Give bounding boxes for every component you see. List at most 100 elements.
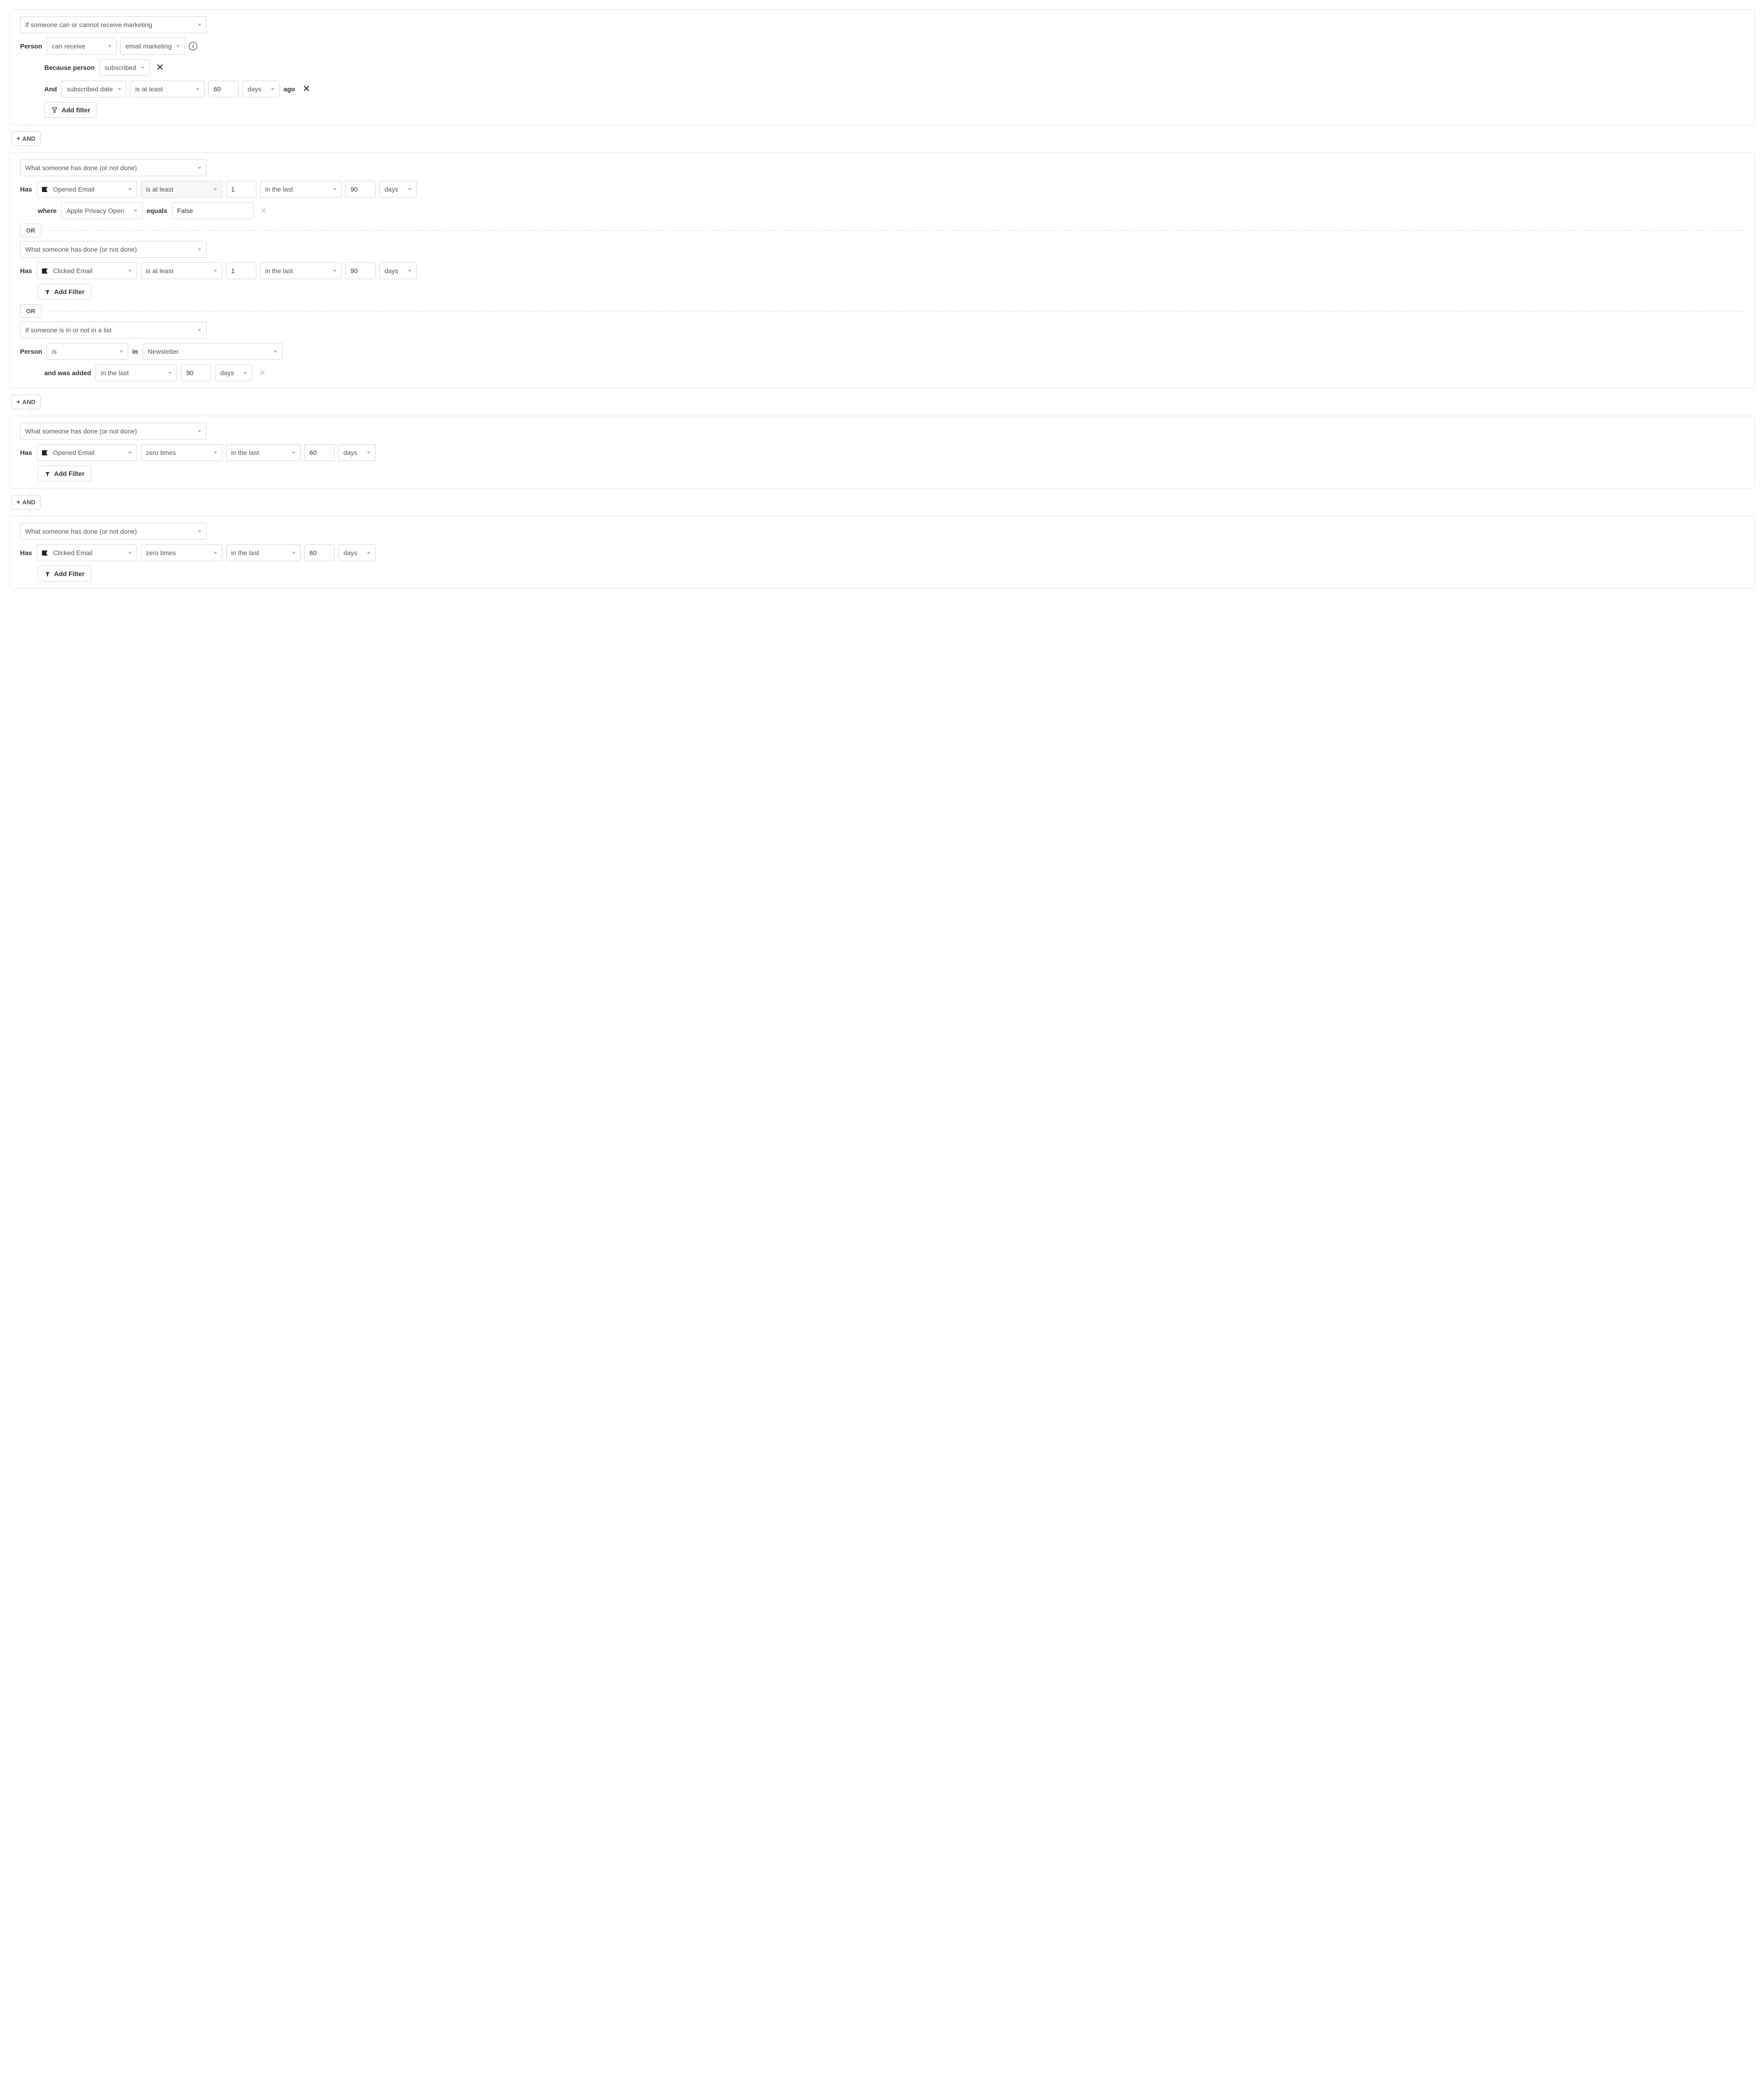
unit-select[interactable]: days bbox=[242, 81, 280, 97]
filter-icon bbox=[51, 107, 58, 113]
count-input[interactable]: 1 bbox=[226, 181, 256, 198]
condition-type-text: What someone has done (or not done) bbox=[25, 528, 193, 535]
range-num-input[interactable]: 60 bbox=[304, 544, 335, 561]
condition-type-select[interactable]: What someone has done (or not done) bbox=[20, 423, 207, 440]
chevron-down-icon bbox=[214, 552, 217, 554]
add-filter-button[interactable]: Add Filter bbox=[38, 566, 91, 582]
and-separator-button[interactable]: + AND bbox=[11, 131, 41, 146]
where-value-input[interactable]: False bbox=[172, 202, 254, 219]
chevron-down-icon bbox=[367, 552, 371, 554]
range-num-input[interactable]: 90 bbox=[345, 262, 376, 279]
can-receive-select[interactable]: can receive bbox=[47, 38, 117, 55]
and-separator-button[interactable]: + AND bbox=[11, 495, 41, 509]
filter-icon bbox=[45, 289, 50, 295]
count-op-select[interactable]: zero times bbox=[141, 444, 222, 461]
range-num-value: 60 bbox=[310, 449, 317, 456]
add-filter-button[interactable]: Add Filter bbox=[38, 284, 91, 300]
unit-select[interactable]: days bbox=[379, 181, 417, 198]
range-num-input[interactable]: 60 bbox=[304, 444, 335, 461]
number-value: 60 bbox=[214, 85, 221, 93]
or-label: OR bbox=[26, 308, 35, 315]
has-label: Has bbox=[20, 449, 32, 456]
condition-type-select[interactable]: What someone has done (or not done) bbox=[20, 241, 207, 258]
remove-icon[interactable]: ✕ bbox=[256, 369, 269, 377]
property-text: subscribed date bbox=[67, 85, 113, 93]
person-label: Person bbox=[20, 348, 42, 355]
chevron-down-icon bbox=[108, 45, 111, 48]
range-num-input[interactable]: 90 bbox=[345, 181, 376, 198]
and-separator-button[interactable]: + AND bbox=[11, 395, 41, 409]
remove-icon[interactable]: ✕ bbox=[153, 63, 167, 72]
range-num-value: 90 bbox=[351, 267, 358, 275]
condition-group-4: What someone has done (or not done) Has … bbox=[9, 516, 1755, 589]
has-label: Has bbox=[20, 549, 32, 557]
range-text: in the last bbox=[231, 549, 287, 557]
reason-select[interactable]: subscribed bbox=[99, 59, 150, 76]
unit-text: days bbox=[385, 267, 403, 275]
or-button[interactable]: OR bbox=[20, 224, 41, 237]
remove-icon[interactable]: ✕ bbox=[300, 84, 313, 94]
condition-type-text: What someone has done (or not done) bbox=[25, 246, 193, 253]
add-filter-label: Add Filter bbox=[54, 470, 84, 477]
remove-icon[interactable]: ✕ bbox=[257, 206, 270, 215]
metric-text: Opened Email bbox=[53, 449, 124, 456]
or-separator: OR bbox=[20, 304, 1744, 318]
add-filter-label: Add Filter bbox=[54, 288, 84, 295]
property-select[interactable]: subscribed date bbox=[62, 81, 126, 97]
metric-select[interactable]: Clicked Email bbox=[37, 544, 137, 561]
range-text: in the last bbox=[265, 186, 328, 193]
and-label: AND bbox=[22, 135, 35, 142]
where-label: where bbox=[38, 207, 56, 214]
count-op-select[interactable]: is at least bbox=[141, 262, 222, 279]
condition-group-3: What someone has done (or not done) Has … bbox=[9, 416, 1755, 488]
metric-select[interactable]: Opened Email bbox=[37, 444, 137, 461]
list-select[interactable]: Newsletter bbox=[143, 343, 283, 360]
chevron-down-icon bbox=[333, 188, 337, 191]
where-prop-select[interactable]: Apple Privacy Open bbox=[61, 202, 143, 219]
flag-icon bbox=[42, 450, 49, 455]
where-value-text: False bbox=[177, 207, 193, 214]
range-select[interactable]: in the last bbox=[260, 181, 342, 198]
condition-type-select[interactable]: What someone has done (or not done) bbox=[20, 523, 207, 540]
count-op-select[interactable]: zero times bbox=[141, 544, 222, 561]
chevron-down-icon bbox=[198, 430, 201, 433]
and-connector bbox=[9, 488, 1755, 495]
unit-text: days bbox=[344, 549, 362, 557]
chevron-down-icon bbox=[119, 350, 123, 353]
unit-select[interactable]: days bbox=[338, 444, 376, 461]
chevron-down-icon bbox=[198, 167, 201, 169]
is-select[interactable]: is bbox=[47, 343, 128, 360]
number-input[interactable]: 60 bbox=[208, 81, 239, 97]
condition-type-select[interactable]: If someone is in or not in a list bbox=[20, 322, 207, 338]
and-connector bbox=[9, 509, 1755, 516]
add-filter-button[interactable]: Add filter bbox=[44, 102, 97, 118]
count-op-text: is at least bbox=[146, 267, 209, 275]
person-label: Person bbox=[20, 42, 42, 50]
metric-select[interactable]: Clicked Email bbox=[37, 262, 137, 279]
list-text: Newsletter bbox=[148, 348, 269, 355]
unit-select[interactable]: days bbox=[215, 364, 252, 381]
add-filter-button[interactable]: Add Filter bbox=[38, 466, 91, 481]
unit-select[interactable]: days bbox=[379, 262, 417, 279]
condition-type-text: What someone has done (or not done) bbox=[25, 164, 193, 172]
count-op-select[interactable]: is at least bbox=[141, 181, 222, 198]
has-label: Has bbox=[20, 186, 32, 193]
range-select[interactable]: in the last bbox=[226, 444, 301, 461]
range-select[interactable]: in the last bbox=[96, 364, 177, 381]
or-button[interactable]: OR bbox=[20, 304, 41, 318]
condition-type-select[interactable]: What someone has done (or not done) bbox=[20, 159, 207, 176]
chevron-down-icon bbox=[292, 552, 296, 554]
metric-select[interactable]: Opened Email bbox=[37, 181, 137, 198]
flag-icon bbox=[42, 268, 49, 274]
and-connector bbox=[9, 409, 1755, 416]
range-select[interactable]: in the last bbox=[260, 262, 342, 279]
range-num-input[interactable]: 90 bbox=[181, 364, 211, 381]
unit-select[interactable]: days bbox=[338, 544, 376, 561]
condition-type-select[interactable]: If someone can or cannot receive marketi… bbox=[20, 16, 207, 33]
operator-select[interactable]: is at least bbox=[130, 81, 205, 97]
range-select[interactable]: in the last bbox=[226, 544, 301, 561]
info-icon[interactable]: i bbox=[189, 42, 197, 50]
channel-select[interactable]: email marketing bbox=[120, 38, 185, 55]
plus-icon: + bbox=[16, 398, 21, 406]
count-input[interactable]: 1 bbox=[226, 262, 256, 279]
